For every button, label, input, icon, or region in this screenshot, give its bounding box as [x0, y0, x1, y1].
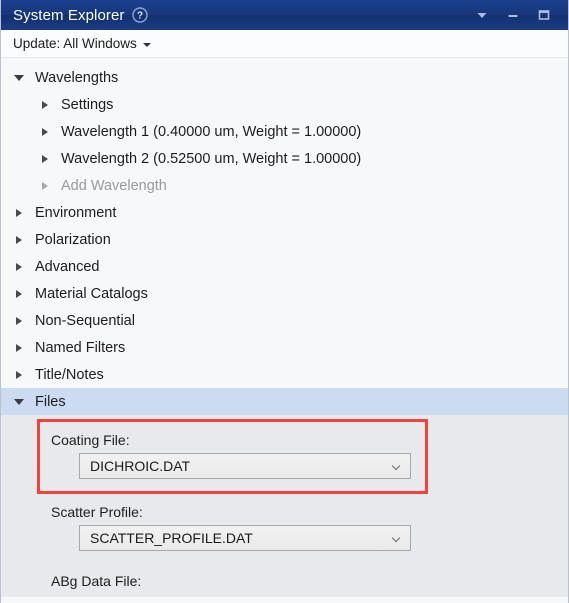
update-scope-dropdown[interactable]: Update: All Windows — [13, 36, 151, 51]
chevron-right-icon[interactable] — [11, 367, 27, 383]
tree-item-label: Material Catalogs — [35, 286, 148, 302]
disclosure-triangle-icon — [14, 399, 24, 405]
files-panel: Coating File: DICHROIC.DAT Scatter Profi… — [1, 415, 568, 597]
tree-item-add-wavelength[interactable]: Add Wavelength — [1, 172, 568, 199]
disclosure-triangle-icon — [42, 101, 48, 109]
chevron-right-icon[interactable] — [11, 286, 27, 302]
tree-item-label: Advanced — [35, 259, 100, 275]
tree-item-non-sequential[interactable]: Non-Sequential — [1, 307, 568, 334]
disclosure-triangle-icon — [16, 344, 22, 352]
tree-item-wavelength-2-0-52500-um-weight-1-00000[interactable]: Wavelength 2 (0.52500 um, Weight = 1.000… — [1, 145, 568, 172]
disclosure-triangle-icon — [42, 128, 48, 136]
chevron-right-icon[interactable] — [11, 313, 27, 329]
minimize-button[interactable] — [504, 7, 521, 24]
scatter-profile-label: Scatter Profile: — [1, 505, 143, 519]
chevron-right-icon[interactable] — [37, 124, 53, 140]
chevron-down-icon[interactable] — [384, 526, 410, 550]
tree-item-advanced[interactable]: Advanced — [1, 253, 568, 280]
toolbar: Update: All Windows — [1, 30, 568, 58]
title-bar: System Explorer ? — [1, 0, 568, 30]
disclosure-triangle-icon — [16, 236, 22, 244]
tree-item-label: Settings — [61, 97, 113, 113]
tree-item-polarization[interactable]: Polarization — [1, 226, 568, 253]
svg-text:?: ? — [136, 11, 142, 22]
scatter-profile-dropdown[interactable]: SCATTER_PROFILE.DAT — [79, 525, 411, 551]
tree-item-label: Add Wavelength — [61, 178, 167, 194]
chevron-right-icon[interactable] — [11, 259, 27, 275]
coating-file-label: Coating File: — [1, 433, 130, 447]
chevron-right-icon[interactable] — [37, 97, 53, 113]
disclosure-triangle-icon — [16, 209, 22, 217]
help-icon[interactable]: ? — [132, 7, 148, 23]
caret-down-icon — [143, 43, 151, 47]
abg-data-file-label: ABg Data File: — [1, 573, 141, 589]
tree-item-label: Wavelengths — [35, 70, 118, 86]
tree-item-label: Polarization — [35, 232, 111, 248]
system-explorer-window: System Explorer ? — [0, 0, 569, 603]
tree-item-material-catalogs[interactable]: Material Catalogs — [1, 280, 568, 307]
tree-item-label: Title/Notes — [35, 367, 104, 383]
window-controls — [473, 7, 560, 24]
disclosure-triangle-icon — [14, 75, 24, 81]
chevron-down-icon[interactable] — [11, 70, 27, 86]
tree-item-files[interactable]: Files — [1, 388, 568, 415]
disclosure-triangle-icon — [16, 317, 22, 325]
chevron-right-icon[interactable] — [37, 151, 53, 167]
disclosure-triangle-icon — [16, 290, 22, 298]
tree-item-label: Environment — [35, 205, 116, 221]
disclosure-triangle-icon — [16, 263, 22, 271]
tree-item-environment[interactable]: Environment — [1, 199, 568, 226]
chevron-down-icon[interactable] — [384, 454, 410, 478]
disclosure-triangle-icon — [16, 371, 22, 379]
disclosure-triangle-icon — [42, 155, 48, 163]
tree-item-title-notes[interactable]: Title/Notes — [1, 361, 568, 388]
tree-item-label: Wavelength 1 (0.40000 um, Weight = 1.000… — [61, 124, 361, 140]
scatter-profile-value: SCATTER_PROFILE.DAT — [90, 530, 253, 546]
tree-item-settings[interactable]: Settings — [1, 91, 568, 118]
tree-item-wavelength-1-0-40000-um-weight-1-00000[interactable]: Wavelength 1 (0.40000 um, Weight = 1.000… — [1, 118, 568, 145]
coating-file-dropdown[interactable]: DICHROIC.DAT — [79, 453, 411, 479]
update-scope-label: Update: All Windows — [13, 36, 137, 51]
maximize-button[interactable] — [535, 7, 552, 24]
chevron-right-icon[interactable] — [11, 340, 27, 356]
tree-item-label: Non-Sequential — [35, 313, 135, 329]
system-explorer-tree: Wavelengths Settings Wavelength 1 (0.40000… — [1, 58, 568, 415]
tree-item-named-filters[interactable]: Named Filters — [1, 334, 568, 361]
tree-item-label: Wavelength 2 (0.52500 um, Weight = 1.000… — [61, 151, 361, 167]
tree-item-label: Named Filters — [35, 340, 125, 356]
tree-item-wavelengths[interactable]: Wavelengths — [1, 64, 568, 91]
disclosure-triangle-icon — [42, 182, 48, 190]
chevron-right-icon[interactable] — [11, 232, 27, 248]
chevron-down-icon[interactable] — [11, 394, 27, 410]
window-title: System Explorer — [13, 7, 125, 24]
chevron-right-icon[interactable] — [11, 205, 27, 221]
coating-file-value: DICHROIC.DAT — [90, 458, 190, 474]
dropdown-menu-button[interactable] — [473, 7, 490, 24]
tree-item-label: Files — [35, 394, 66, 410]
chevron-right-icon[interactable] — [37, 178, 53, 194]
